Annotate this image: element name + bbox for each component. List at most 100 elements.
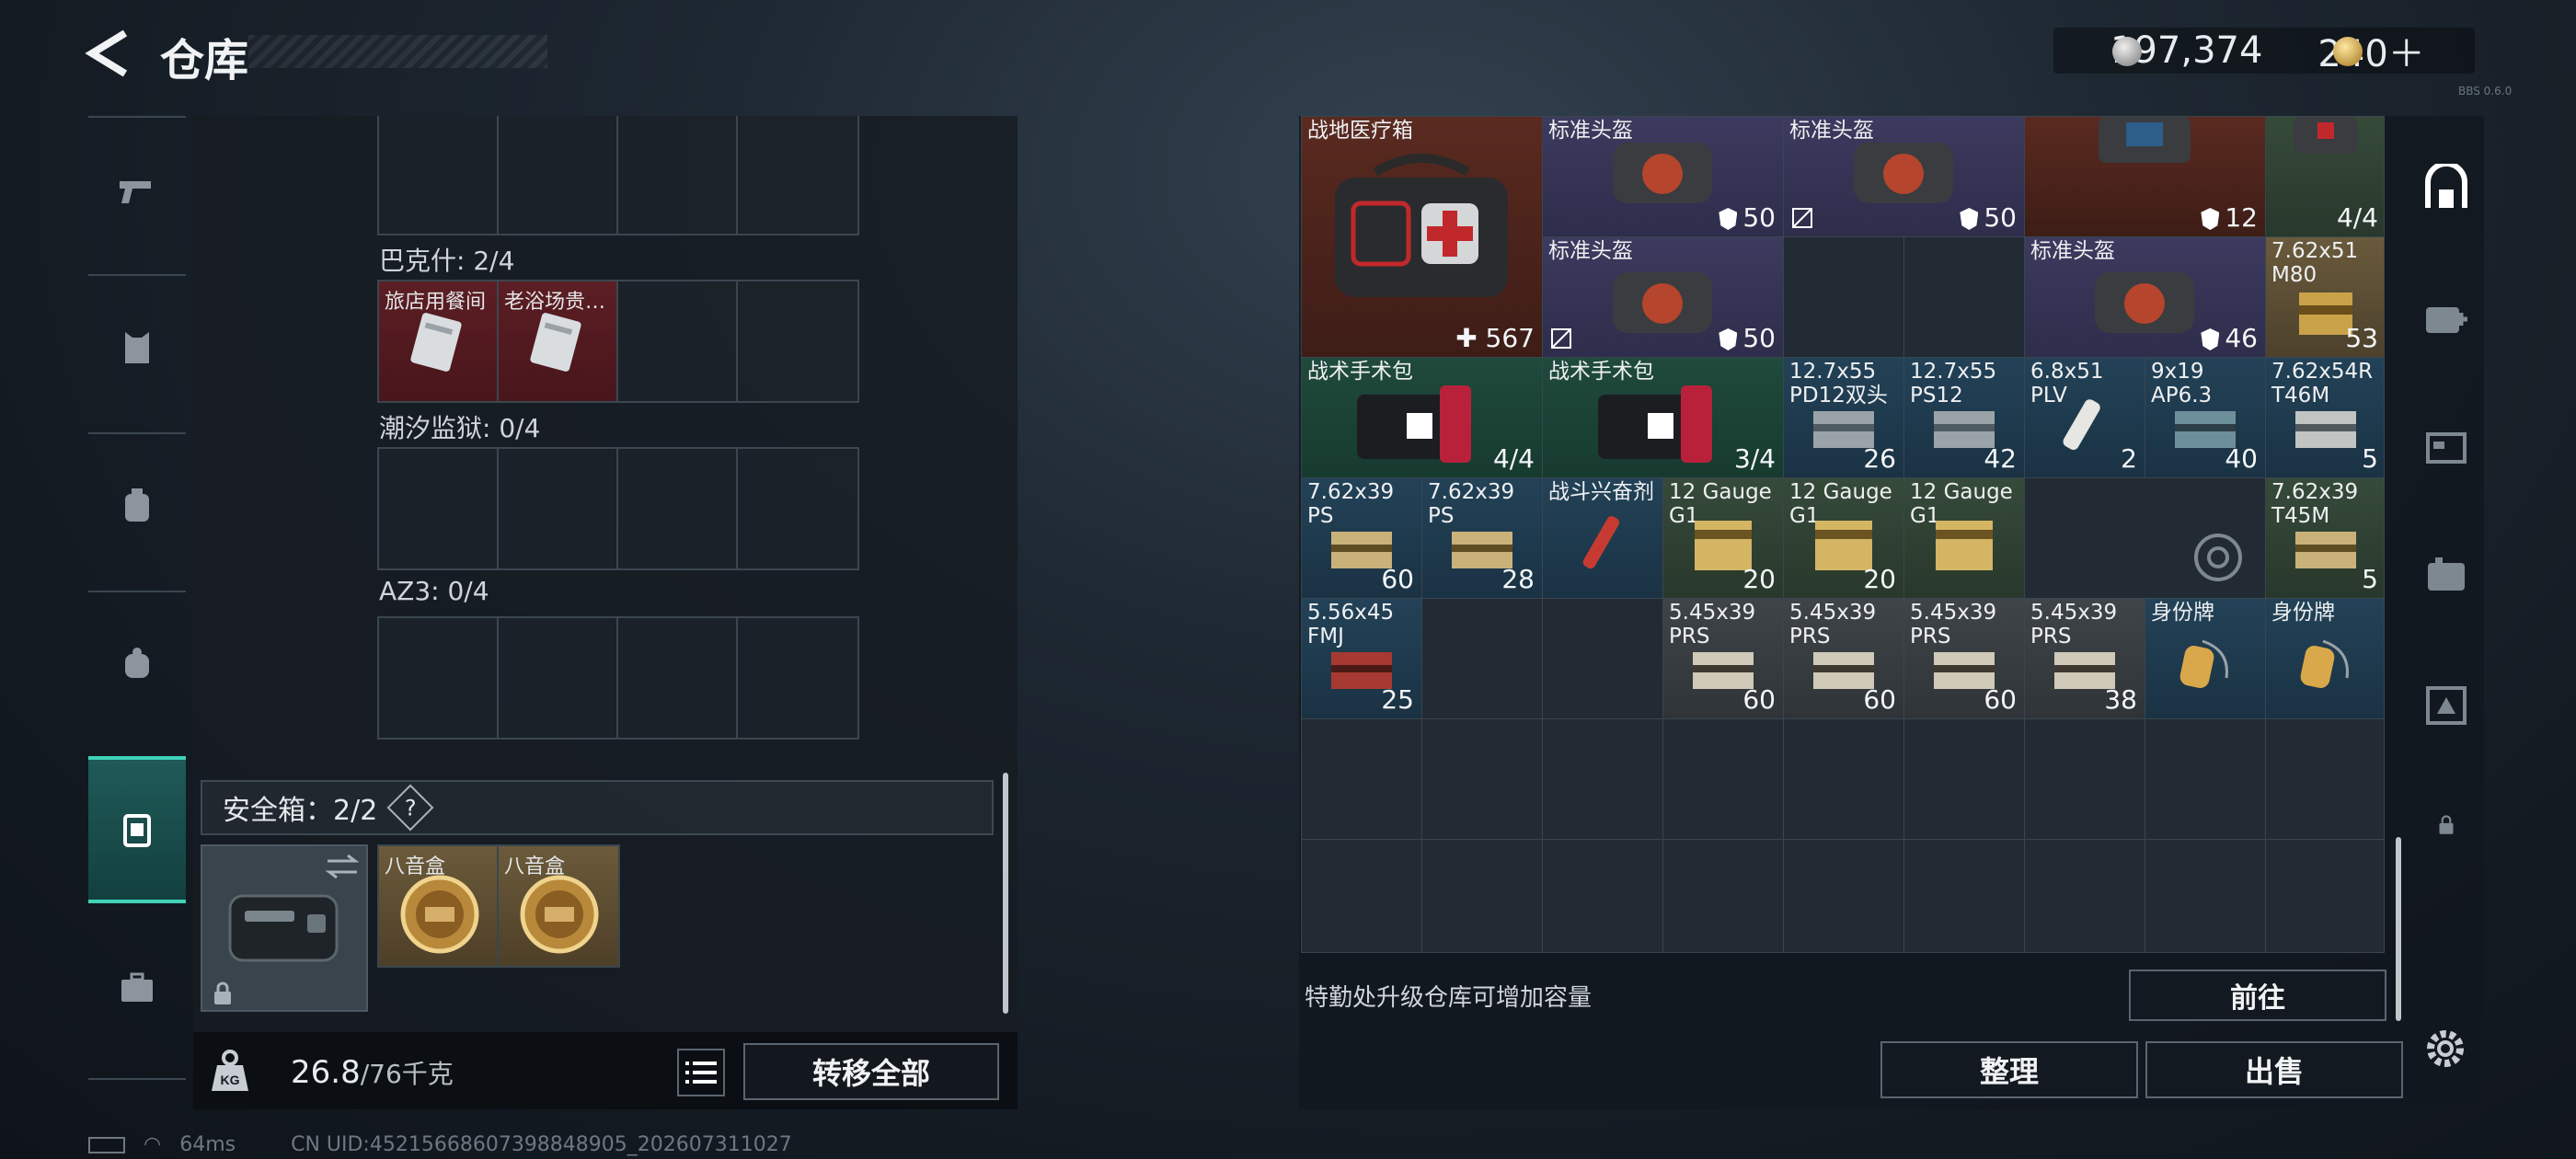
empty-slot[interactable] [618,618,738,738]
supply-item[interactable]: 4/4 [2266,117,2384,236]
tab-collectibles[interactable] [2409,640,2484,769]
empty-cell[interactable] [1904,840,2024,952]
empty-cell[interactable] [1543,719,1662,839]
item-name: 身份牌 [2271,601,2335,625]
ammo-item[interactable]: 7.62x51 M80 53 [2266,237,2384,357]
nav-helmet-bag[interactable] [88,432,186,580]
empty-cell[interactable] [1543,840,1662,952]
item-count: 50 [1719,323,1776,353]
empty-cell[interactable] [2025,478,2265,598]
list-icon [685,1061,717,1084]
nav-weapon[interactable] [88,116,186,263]
surgery-kit-item[interactable]: 战术手术包 4/4 [1302,358,1542,477]
settings-gear-icon[interactable] [2420,1023,2471,1074]
empty-cell[interactable] [1904,719,2024,839]
empty-slot[interactable] [738,281,857,401]
empty-cell[interactable] [2145,840,2265,952]
shotgun-ammo-item[interactable]: 12 Gauge G1 [1904,478,2024,598]
empty-slot[interactable] [379,116,499,234]
music-box-slot[interactable]: 八音盒 [499,846,618,966]
tab-all-items[interactable] [2409,125,2484,254]
goto-button[interactable]: 前往 [2129,970,2386,1021]
empty-cell[interactable] [1784,237,1903,357]
stimulant-item[interactable]: 战斗兴奋剂 [1543,478,1662,598]
helmet-item[interactable]: 标准头盔 46 [2025,237,2265,357]
ammo-item[interactable]: 9x19 AP6.3 40 [2145,358,2265,477]
tab-gear[interactable] [2409,511,2484,640]
tab-locked[interactable] [2409,760,2484,889]
dog-tag-item[interactable]: 身份牌 [2266,599,2384,718]
helmet-item[interactable]: 标准头盔 50 [1543,117,1783,236]
empty-slot[interactable] [618,449,738,568]
item-count: 25 [1381,684,1414,715]
music-box-slot[interactable]: 八音盒 [379,846,499,966]
empty-cell[interactable] [2266,719,2384,839]
empty-cell[interactable] [1784,719,1903,839]
empty-slot[interactable] [618,281,738,401]
field-medkit-item[interactable]: 战地医疗箱 ✚ 567 [1302,117,1542,357]
shotgun-ammo-item[interactable]: 12 Gauge G1 20 [1663,478,1783,598]
empty-cell[interactable] [2145,719,2265,839]
empty-cell[interactable] [1302,840,1421,952]
tab-containers[interactable] [2409,383,2484,511]
ammo-item[interactable]: 7.62x54R T46M 5 [2266,358,2384,477]
empty-slot[interactable] [738,449,857,568]
nav-backpack[interactable] [88,591,186,738]
empty-slot[interactable] [738,116,857,234]
empty-slot[interactable] [499,116,618,234]
transfer-all-button[interactable]: 转移全部 [743,1043,999,1100]
empty-cell[interactable] [1784,840,1903,952]
keycard-icon [530,313,581,372]
swap-icon[interactable] [324,852,361,881]
empty-cell[interactable] [1422,840,1542,952]
item-count: 60 [1863,684,1896,715]
surgery-kit-item[interactable]: 战术手术包 3/4 [1543,358,1783,477]
ammo-item[interactable]: 7.62x39 PS 60 [1302,478,1421,598]
nav-armor[interactable] [88,274,186,421]
ammo-item[interactable]: 6.8x51 PLV 2 [2025,358,2145,477]
ammo-item[interactable]: 5.45x39 PRS 60 [1904,599,2024,718]
empty-slot[interactable] [499,449,618,568]
empty-cell[interactable] [1422,599,1542,718]
ammo-item[interactable]: 5.56x45 FMJ 25 [1302,599,1421,718]
empty-cell[interactable] [2025,840,2145,952]
ammo-item[interactable]: 7.62x39 T45M 5 [2266,478,2384,598]
tab-medical[interactable] [2409,254,2484,383]
helmet-item[interactable]: 标准头盔 50 [1784,117,2024,236]
help-button[interactable]: ? [386,784,434,832]
empty-cell[interactable] [1904,237,2024,357]
empty-slot[interactable] [379,449,499,568]
empty-cell[interactable] [1422,719,1542,839]
empty-cell[interactable] [1302,719,1421,839]
key-slot[interactable]: 老浴场贵… [499,281,618,401]
nav-safebox[interactable] [88,756,186,903]
helmet-item[interactable]: 标准头盔 50 [1543,237,1783,357]
list-view-button[interactable] [677,1049,725,1096]
empty-slot[interactable] [379,618,499,738]
empty-cell[interactable] [1543,599,1662,718]
empty-slot[interactable] [499,618,618,738]
back-arrow-icon[interactable] [85,28,131,79]
armor-item[interactable]: 12 [2025,117,2265,236]
sort-button[interactable]: 整理 [1880,1041,2138,1098]
left-scrollbar[interactable] [1003,773,1008,1014]
ammo-item[interactable]: 5.45x39 PRS 38 [2025,599,2145,718]
nav-toolbox[interactable] [88,914,186,1061]
ammo-item[interactable]: 5.45x39 PRS 60 [1663,599,1783,718]
warehouse-scrollbar[interactable] [2396,837,2401,1021]
backpack-icon [125,648,149,678]
empty-slot[interactable] [738,618,857,738]
shotgun-ammo-item[interactable]: 12 Gauge G1 20 [1784,478,1903,598]
sell-button[interactable]: 出售 [2145,1041,2403,1098]
dog-tag-item[interactable]: 身份牌 [2145,599,2265,718]
empty-cell[interactable] [2025,719,2145,839]
ammo-item[interactable]: 12.7x55 PD12双头 26 [1784,358,1903,477]
ammo-item[interactable]: 7.62x39 PS 28 [1422,478,1542,598]
key-slot[interactable]: 旅店用餐间 [379,281,499,401]
empty-cell[interactable] [1663,840,1783,952]
ammo-item[interactable]: 12.7x55 PS12 42 [1904,358,2024,477]
empty-slot[interactable] [618,116,738,234]
ammo-item[interactable]: 5.45x39 PRS 60 [1784,599,1903,718]
empty-cell[interactable] [1663,719,1783,839]
empty-cell[interactable] [2266,840,2384,952]
